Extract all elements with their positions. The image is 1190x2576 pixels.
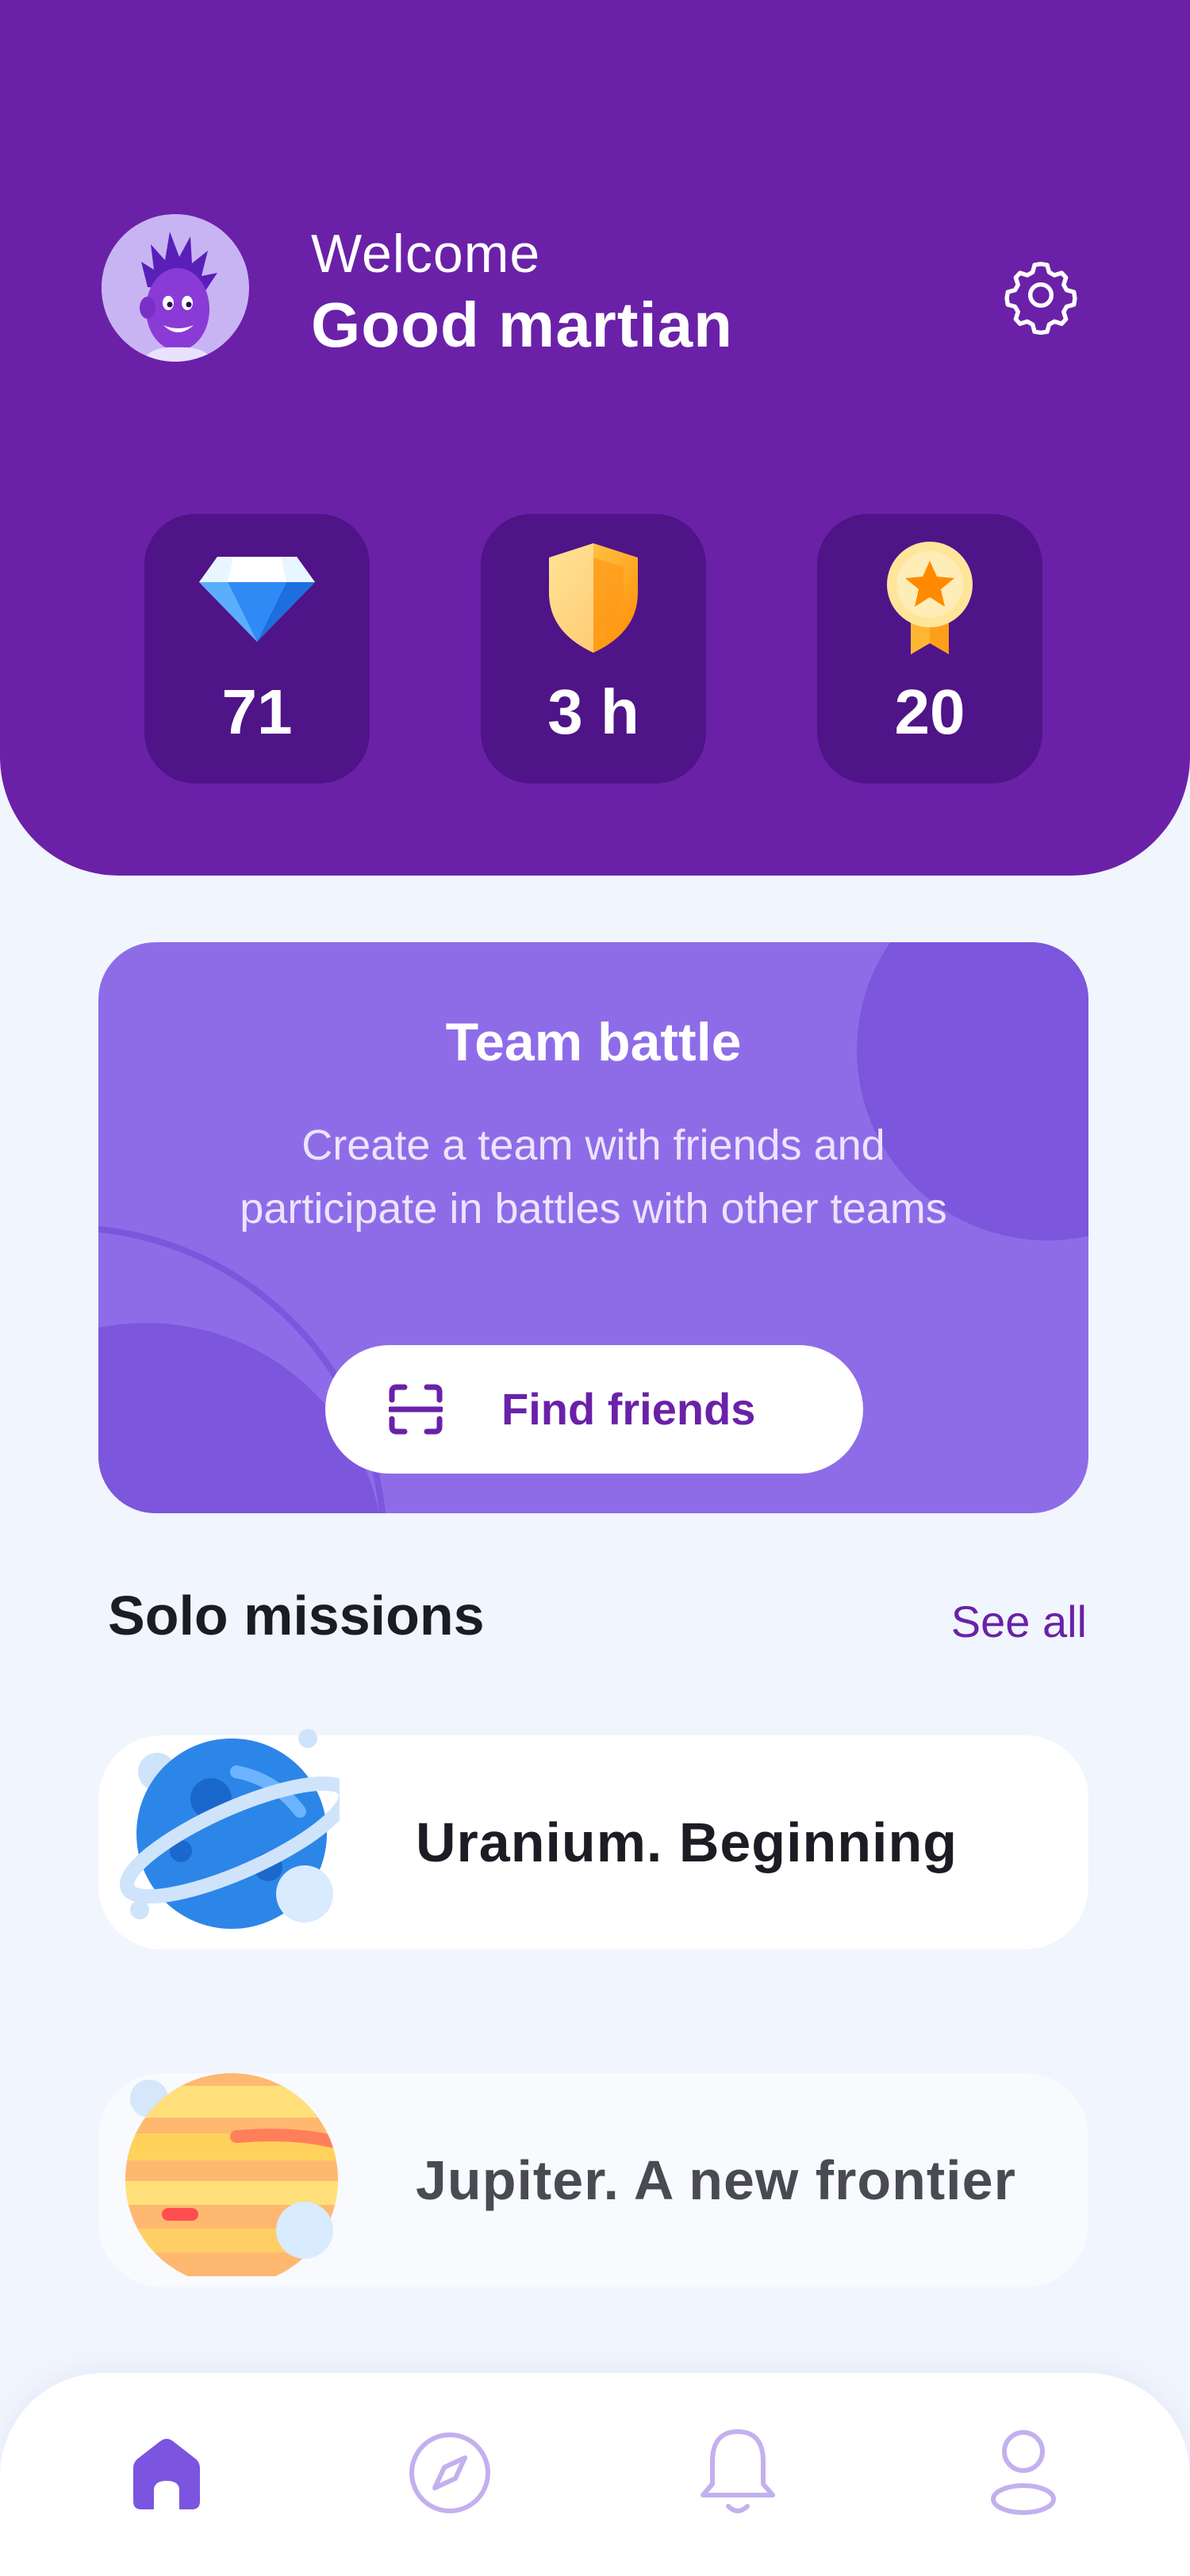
stat-medals-value: 20 — [894, 677, 965, 747]
martian-avatar-icon — [102, 214, 249, 362]
stat-medals[interactable]: 20 — [817, 514, 1042, 784]
mission-label: Jupiter. A new frontier — [416, 2149, 1016, 2211]
bottom-nav — [0, 2373, 1190, 2576]
find-friends-button[interactable]: Find friends — [325, 1345, 863, 1474]
stat-time[interactable]: 3 h — [481, 514, 706, 784]
bell-icon — [701, 2429, 775, 2513]
nav-home[interactable] — [111, 2417, 222, 2528]
team-battle-description: Create a team with friends and participa… — [240, 1121, 947, 1232]
stat-time-value: 3 h — [547, 677, 639, 747]
welcome-text: Welcome — [311, 224, 541, 284]
blue-planet-icon — [120, 1729, 340, 1929]
compass-icon — [409, 2432, 490, 2513]
stat-gems[interactable]: 71 — [144, 514, 370, 784]
nav-explore[interactable] — [394, 2417, 505, 2528]
team-battle-card: Team battle Create a team with friends a… — [98, 942, 1088, 1513]
jupiter-planet-icon — [125, 2073, 338, 2276]
profile-header: Welcome Good martian 71 3 h 20 — [0, 0, 1190, 876]
shield-icon — [481, 535, 706, 661]
nav-notifications[interactable] — [682, 2417, 793, 2528]
settings-button[interactable] — [996, 251, 1085, 339]
medal-icon — [817, 535, 1042, 661]
user-icon — [991, 2430, 1056, 2515]
team-battle-title: Team battle — [445, 1012, 742, 1072]
nav-profile[interactable] — [968, 2417, 1079, 2528]
scan-icon — [389, 1384, 443, 1435]
home-icon — [133, 2439, 200, 2509]
diamond-icon — [144, 535, 370, 661]
mission-item-jupiter[interactable]: Jupiter. A new frontier — [98, 2073, 1088, 2287]
see-all-link[interactable]: See all — [951, 1594, 1087, 1650]
mission-label: Uranium. Beginning — [416, 1811, 958, 1873]
stats-row: 71 3 h 20 — [0, 514, 1190, 784]
stat-gems-value: 71 — [221, 677, 293, 747]
solo-missions-title: Solo missions — [108, 1585, 485, 1646]
gear-icon — [1004, 262, 1077, 335]
find-friends-label: Find friends — [501, 1384, 756, 1434]
user-name: Good martian — [311, 289, 734, 360]
mission-item-uranium[interactable]: Uranium. Beginning — [98, 1729, 1088, 1949]
avatar[interactable] — [102, 214, 249, 362]
